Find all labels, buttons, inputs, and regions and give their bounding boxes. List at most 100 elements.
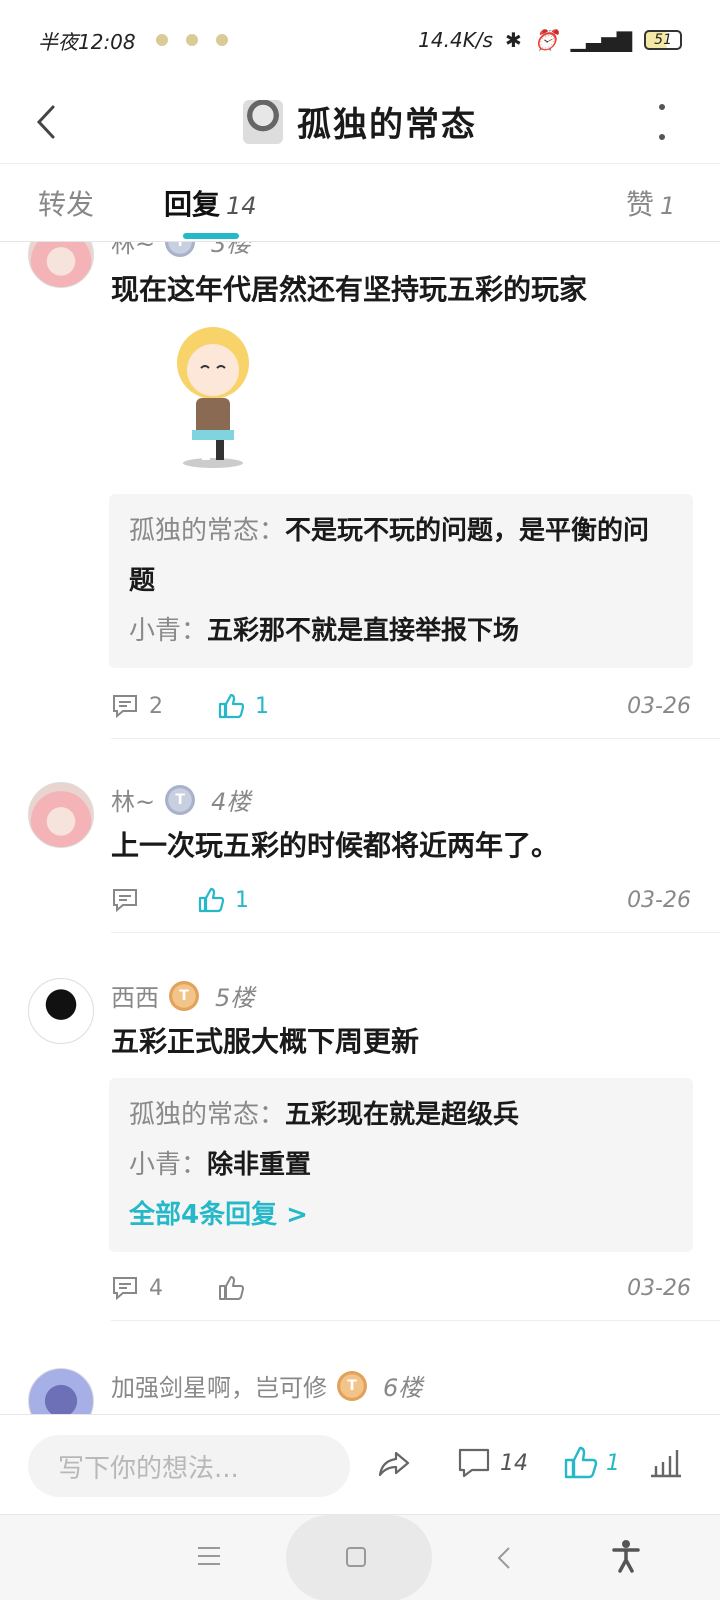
reply-feed[interactable]: 林~ T 3楼 现在这年代居然还有坚持玩五彩的玩家 孤独的常态：不是玩不玩的问题… <box>0 242 720 1414</box>
tab-likes-count: 1 <box>660 192 676 220</box>
floor-number: 3楼 <box>211 242 251 258</box>
alarm-icon: ⏰ <box>533 28 559 52</box>
status-bar: 半夜12:08 14.4K/s ✱ ⏰ ▁▃▅▇ 51 <box>0 0 720 80</box>
comment-icon <box>113 1277 137 1301</box>
share-icon <box>378 1451 410 1477</box>
comment-button[interactable]: 2 <box>111 692 163 720</box>
comment-icon <box>113 889 137 913</box>
thumbs-up-icon <box>219 1276 244 1300</box>
top-header: 孤独的常态 <box>0 80 720 164</box>
battery-indicator: 51 <box>644 30 682 50</box>
comment-count: 2 <box>149 693 163 719</box>
like-button[interactable] <box>217 1274 245 1302</box>
system-nav-bar <box>0 1514 720 1600</box>
reply-date: 03-26 <box>627 1275 691 1301</box>
quote-line: 孤独的常态：五彩现在就是超级兵 <box>129 1100 520 1130</box>
tab-repost[interactable]: 转发 <box>38 183 94 223</box>
username[interactable]: 林~ <box>111 782 155 817</box>
floor-number: 4楼 <box>211 788 251 816</box>
avatar[interactable] <box>28 782 94 848</box>
page-title: 孤独的常态 <box>297 105 477 145</box>
tab-replies[interactable]: 回复 14 <box>164 183 257 223</box>
quoted-replies[interactable]: 孤独的常态：五彩现在就是超级兵 小青：除非重置 全部4条回复 > <box>109 1078 693 1252</box>
more-options-button[interactable] <box>654 104 670 140</box>
more-dot-icon <box>659 104 665 110</box>
like-button[interactable]: 1 <box>217 692 269 720</box>
quote-text: 五彩那不就是直接举报下场 <box>207 616 520 646</box>
reply-meta: 加强剑星啊，岂可修 T 6楼 <box>111 1368 422 1403</box>
level-badge-icon: T <box>165 242 196 257</box>
divider <box>111 1320 720 1321</box>
quote-text: 五彩现在就是超级兵 <box>285 1100 520 1130</box>
share-button[interactable] <box>376 1445 412 1481</box>
comment-total: 14 <box>500 1450 528 1476</box>
author-avatar[interactable] <box>243 99 283 144</box>
quote-author[interactable]: 孤独的常态 <box>129 1100 259 1130</box>
back-nav-icon[interactable] <box>494 1545 514 1571</box>
quote-author[interactable]: 孤独的常态 <box>129 516 259 546</box>
level-badge-icon: T <box>165 784 196 815</box>
reply-meta: 林~ T 4楼 <box>111 782 250 817</box>
reply-date: 03-26 <box>627 887 691 913</box>
notification-icons <box>155 34 228 46</box>
like-post-button[interactable]: 1 <box>562 1445 620 1481</box>
home-icon[interactable] <box>344 1545 368 1569</box>
reply-actions: 1 03-26 <box>111 880 691 920</box>
tab-replies-count: 14 <box>226 192 257 220</box>
quoted-replies[interactable]: 孤独的常态：不是玩不玩的问题，是平衡的问题 小青：五彩那不就是直接举报下场 <box>109 494 693 668</box>
like-total: 1 <box>606 1450 620 1476</box>
notification-icon <box>155 34 168 46</box>
notification-icon <box>215 34 228 46</box>
active-tab-indicator <box>183 233 239 239</box>
comment-button[interactable] <box>111 886 149 914</box>
comment-icon <box>458 1448 490 1478</box>
bar-chart-icon <box>651 1450 681 1478</box>
tab-repost-label: 转发 <box>38 188 95 221</box>
tab-bar: 转发 回复 14 赞1 <box>0 165 720 242</box>
quote-author[interactable]: 小青 <box>129 616 181 646</box>
quote-line: 孤独的常态：不是玩不玩的问题，是平衡的问题 <box>129 516 650 596</box>
reply-text: 上一次玩五彩的时候都将近两年了。 <box>111 829 560 862</box>
menu-icon[interactable] <box>196 1545 222 1567</box>
avatar[interactable] <box>28 1368 94 1414</box>
avatar[interactable] <box>28 978 94 1044</box>
signal-icon: ▁▃▅▇ <box>570 28 633 52</box>
notification-icon <box>185 34 198 46</box>
tab-likes-label: 赞 <box>626 188 655 221</box>
like-count: 1 <box>235 887 249 913</box>
quote-line: 小青：除非重置 <box>129 1150 312 1180</box>
thumbs-up-icon <box>218 693 245 719</box>
thumbs-up-icon <box>564 1446 598 1479</box>
comment-input[interactable]: 写下你的想法... <box>28 1435 350 1497</box>
accessibility-icon[interactable] <box>612 1539 640 1573</box>
comment-icon <box>113 695 137 719</box>
comments-button[interactable]: 14 <box>456 1445 528 1481</box>
tab-replies-label: 回复 <box>164 188 221 221</box>
back-button[interactable] <box>28 102 64 142</box>
reply-text: 现在这年代居然还有坚持玩五彩的玩家 <box>111 273 588 306</box>
comment-button[interactable]: 4 <box>111 1274 163 1302</box>
thumbs-up-icon <box>198 887 225 913</box>
floor-number: 6楼 <box>383 1374 423 1402</box>
reply-meta: 林~ T 3楼 <box>111 242 250 259</box>
title-group[interactable]: 孤独的常态 <box>243 97 477 146</box>
divider <box>111 932 720 933</box>
quote-author[interactable]: 小青 <box>129 1150 181 1180</box>
like-button[interactable]: 1 <box>197 886 249 914</box>
view-all-replies-link[interactable]: 全部4条回复 > <box>129 1190 673 1240</box>
bottom-action-bar: 写下你的想法... 14 1 <box>0 1414 720 1514</box>
username[interactable]: 西西 <box>111 978 159 1013</box>
status-time: 半夜12:08 <box>38 29 136 54</box>
avatar[interactable] <box>28 242 94 288</box>
username[interactable]: 加强剑星啊，岂可修 <box>111 1368 327 1403</box>
reply-actions: 4 03-26 <box>111 1268 691 1308</box>
level-badge-icon: T <box>337 1370 367 1401</box>
chevron-left-icon <box>36 105 55 139</box>
username[interactable]: 林~ <box>111 242 155 259</box>
tab-likes[interactable]: 赞1 <box>626 183 675 223</box>
comment-count: 4 <box>149 1275 163 1301</box>
like-count: 1 <box>255 693 269 719</box>
divider <box>111 738 720 739</box>
stats-button[interactable] <box>648 1445 684 1481</box>
floor-number: 5楼 <box>215 984 255 1012</box>
